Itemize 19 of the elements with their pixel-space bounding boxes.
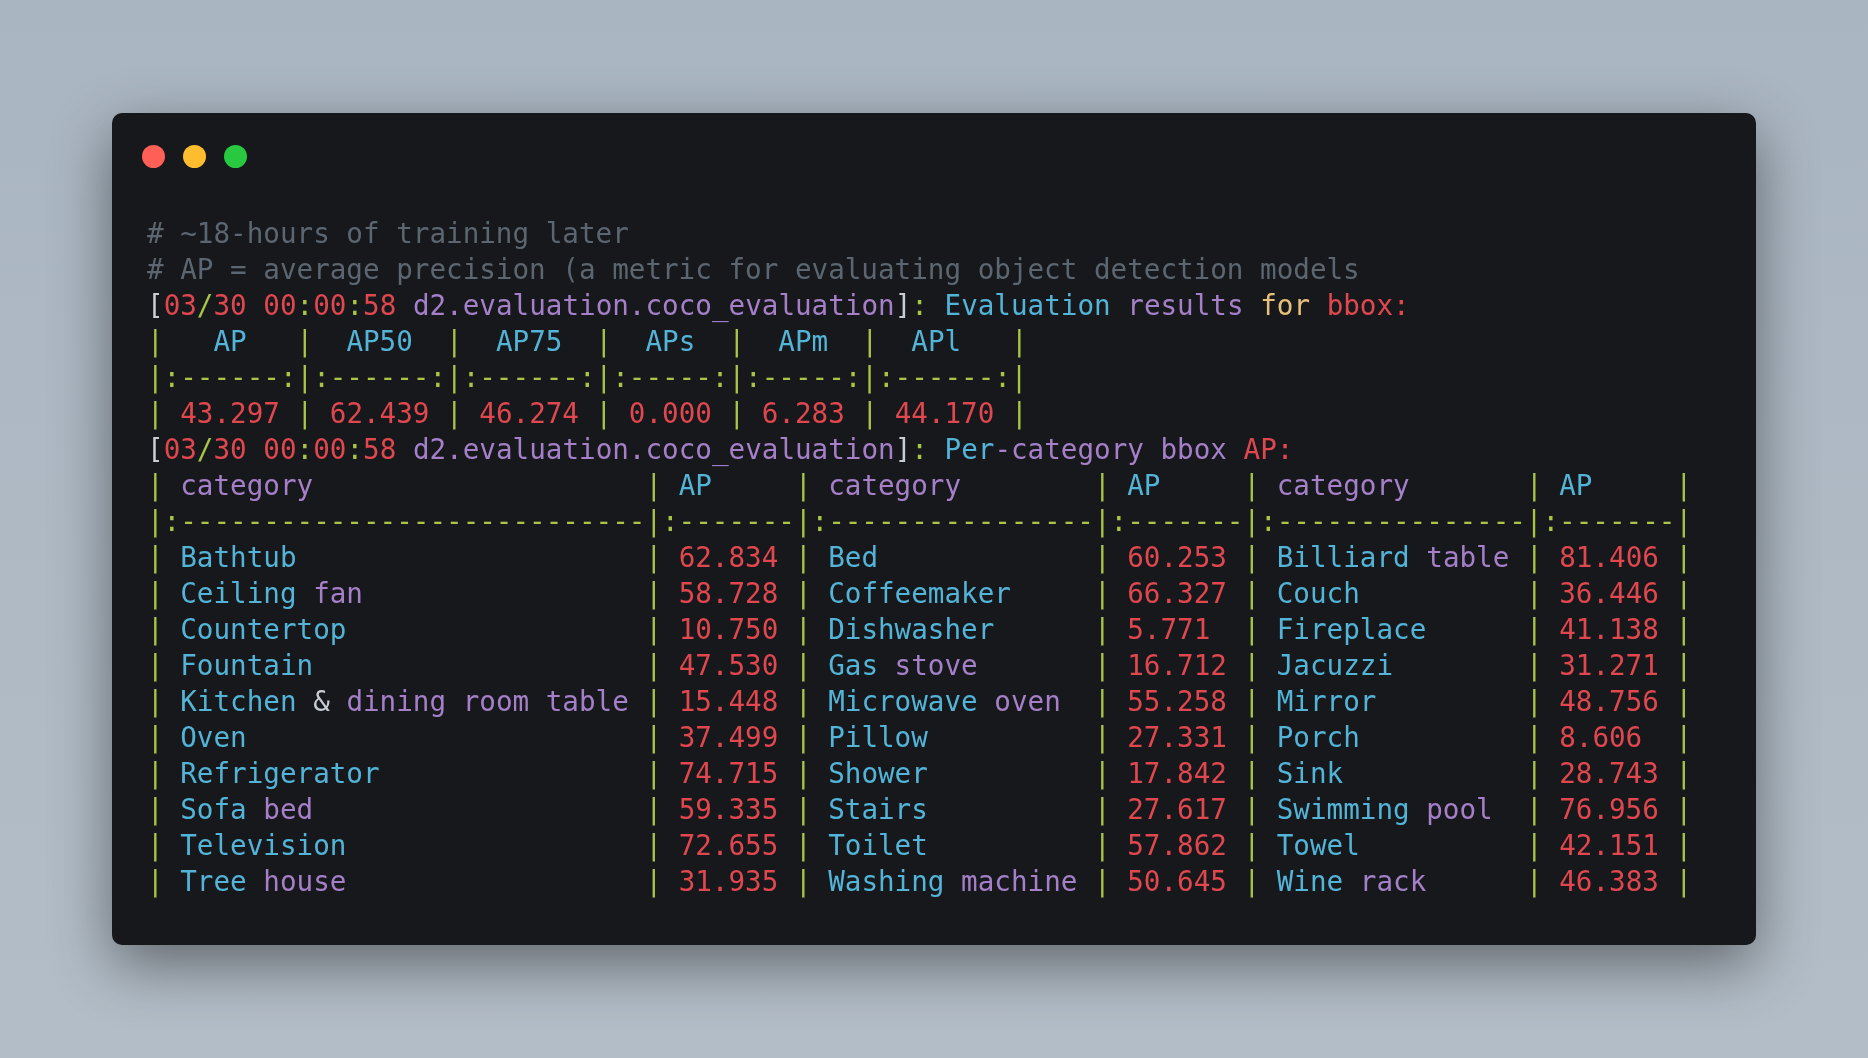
code-line: | AP | AP50 | AP75 | APs | APm | APl | xyxy=(147,324,1028,360)
code-line: | category | AP | category | AP | category | AP | xyxy=(147,468,1693,504)
code-line: |:----------------------------|:-------|:----------------|:-------|:---------------|:-------| xyxy=(147,504,1692,540)
code-line: | Refrigerator | 74.715 | Shower | 17.842 | Sink | 28.743 | xyxy=(147,756,1693,792)
code-line: | Tree house | 31.935 | Washing machine | 50.645 | Wine rack | 46.383 | xyxy=(147,864,1693,900)
code-line: | Kitchen & dining room table | 15.448 | Microwave oven | 55.258 | Mirror | 48.756 | xyxy=(147,684,1693,720)
code-line: [03/30 00:00:58 d2.evaluation.coco_evaluation]: Per-category bbox AP: xyxy=(147,432,1294,468)
code-line: | Ceiling fan | 58.728 | Coffeemaker | 66.327 | Couch | 36.446 | xyxy=(147,576,1693,612)
code-line: [03/30 00:00:58 d2.evaluation.coco_evaluation]: Evaluation results for bbox: xyxy=(147,288,1410,324)
code-line: | Television | 72.655 | Toilet | 57.862 | Towel | 42.151 | xyxy=(147,828,1693,864)
code-line: | Fountain | 47.530 | Gas stove | 16.712 | Jacuzzi | 31.271 | xyxy=(147,648,1693,684)
code-line: | 43.297 | 62.439 | 46.274 | 0.000 | 6.283 | 44.170 | xyxy=(147,396,1028,432)
code-line: | Sofa bed | 59.335 | Stairs | 27.617 | Swimming pool | 76.956 | xyxy=(147,792,1693,828)
code-line: |:------:|:------:|:------:|:-----:|:-----:|:------:| xyxy=(147,360,1028,396)
code-line: | Countertop | 10.750 | Dishwasher | 5.771 | Fireplace | 41.138 | xyxy=(147,612,1693,648)
code-line: # ~18-hours of training later xyxy=(147,216,629,252)
code-line: | Bathtub | 62.834 | Bed | 60.253 | Billiard table | 81.406 | xyxy=(147,540,1693,576)
code-line: | Oven | 37.499 | Pillow | 27.331 | Porch | 8.606 | xyxy=(147,720,1693,756)
code-line: # AP = average precision (a metric for evaluating object detection models xyxy=(147,252,1360,288)
